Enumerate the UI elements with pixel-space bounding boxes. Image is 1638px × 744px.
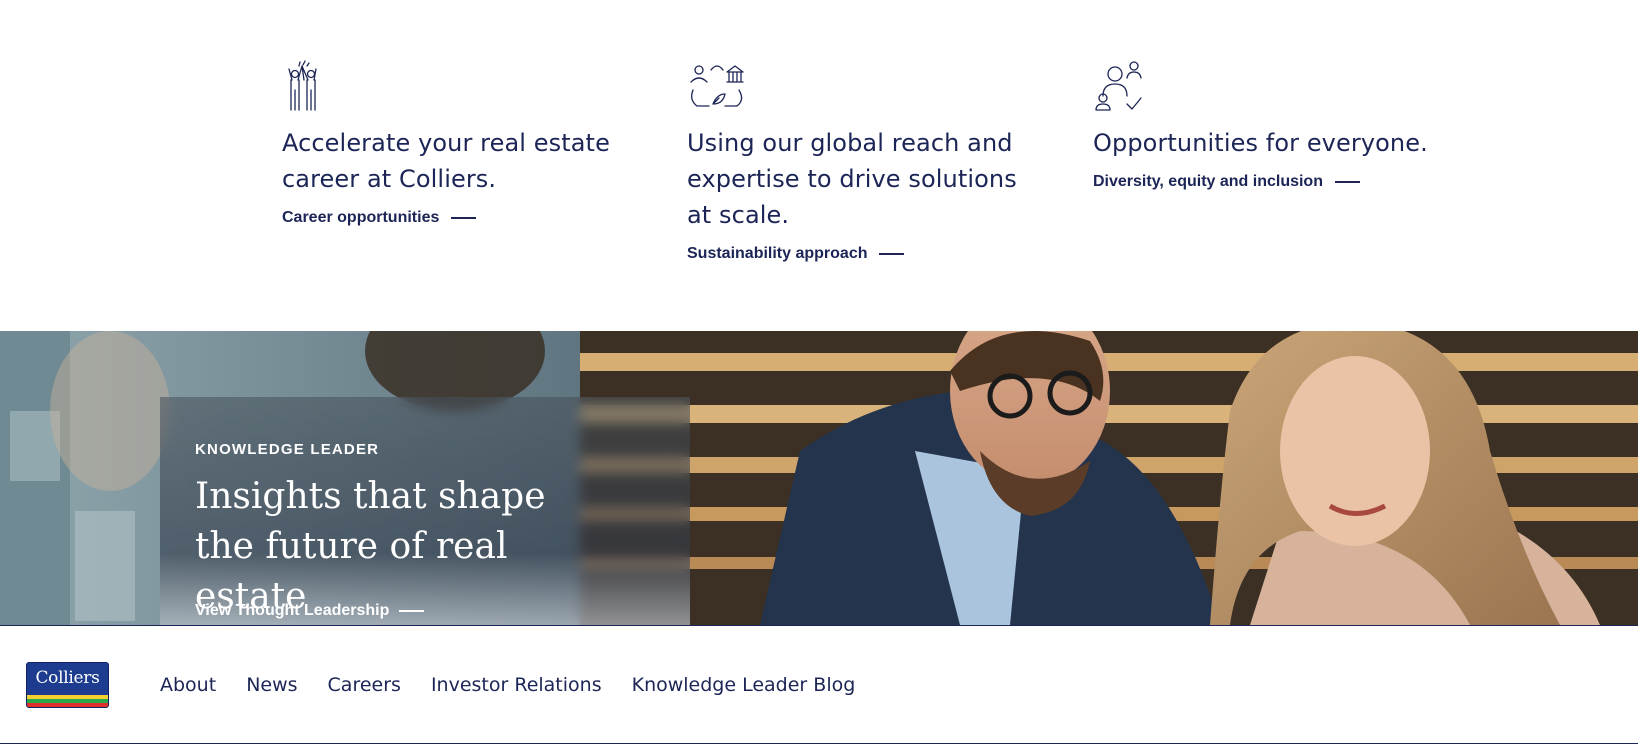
nav-news[interactable]: News [246, 674, 297, 696]
nav-investor-relations[interactable]: Investor Relations [431, 674, 602, 696]
colliers-logo[interactable]: Colliers [26, 662, 109, 708]
link-label: Sustainability approach [687, 245, 868, 262]
hero-card: KNOWLEDGE LEADER Insights that shape the… [160, 397, 690, 625]
nav-about[interactable]: About [160, 674, 216, 696]
high-five-icon [282, 60, 342, 114]
view-thought-leadership-link[interactable]: View Thought Leadership [195, 602, 425, 620]
career-opportunities-link[interactable]: Career opportunities [282, 209, 477, 227]
link-dash [451, 217, 477, 219]
footer-links: About News Careers Investor Relations Kn… [160, 674, 855, 696]
link-dash [1334, 181, 1360, 183]
knowledge-leader-hero: KNOWLEDGE LEADER Insights that shape the… [0, 331, 1638, 625]
feature-sustainability: Using our global reach and expertise to … [687, 60, 1047, 263]
hero-title: Insights that shape the future of real e… [195, 476, 546, 617]
nav-careers[interactable]: Careers [328, 674, 401, 696]
feature-section: Accelerate your real estate career at Co… [0, 0, 1638, 331]
hero-eyebrow: KNOWLEDGE LEADER [195, 441, 380, 458]
feature-heading: Opportunities for everyone. [1093, 129, 1428, 157]
recycle-people-icon [687, 60, 747, 114]
feature-diversity: Opportunities for everyone. Diversity, e… [1093, 60, 1453, 191]
feature-career: Accelerate your real estate career at Co… [282, 60, 642, 227]
link-dash [399, 610, 425, 612]
link-dash [879, 253, 905, 255]
footer-nav: Colliers About News Careers Investor Rel… [0, 625, 1638, 744]
feature-heading: Accelerate your real estate career at Co… [282, 129, 610, 193]
link-label: Diversity, equity and inclusion [1093, 173, 1323, 190]
sustainability-approach-link[interactable]: Sustainability approach [687, 245, 905, 263]
link-label: Career opportunities [282, 209, 440, 226]
logo-text: Colliers [35, 668, 100, 688]
people-check-icon [1093, 60, 1153, 114]
link-label: View Thought Leadership [195, 602, 390, 619]
feature-heading: Using our global reach and expertise to … [687, 129, 1017, 229]
logo-stripe-red [27, 703, 108, 707]
diversity-equity-inclusion-link[interactable]: Diversity, equity and inclusion [1093, 173, 1360, 191]
nav-knowledge-leader-blog[interactable]: Knowledge Leader Blog [632, 674, 856, 696]
